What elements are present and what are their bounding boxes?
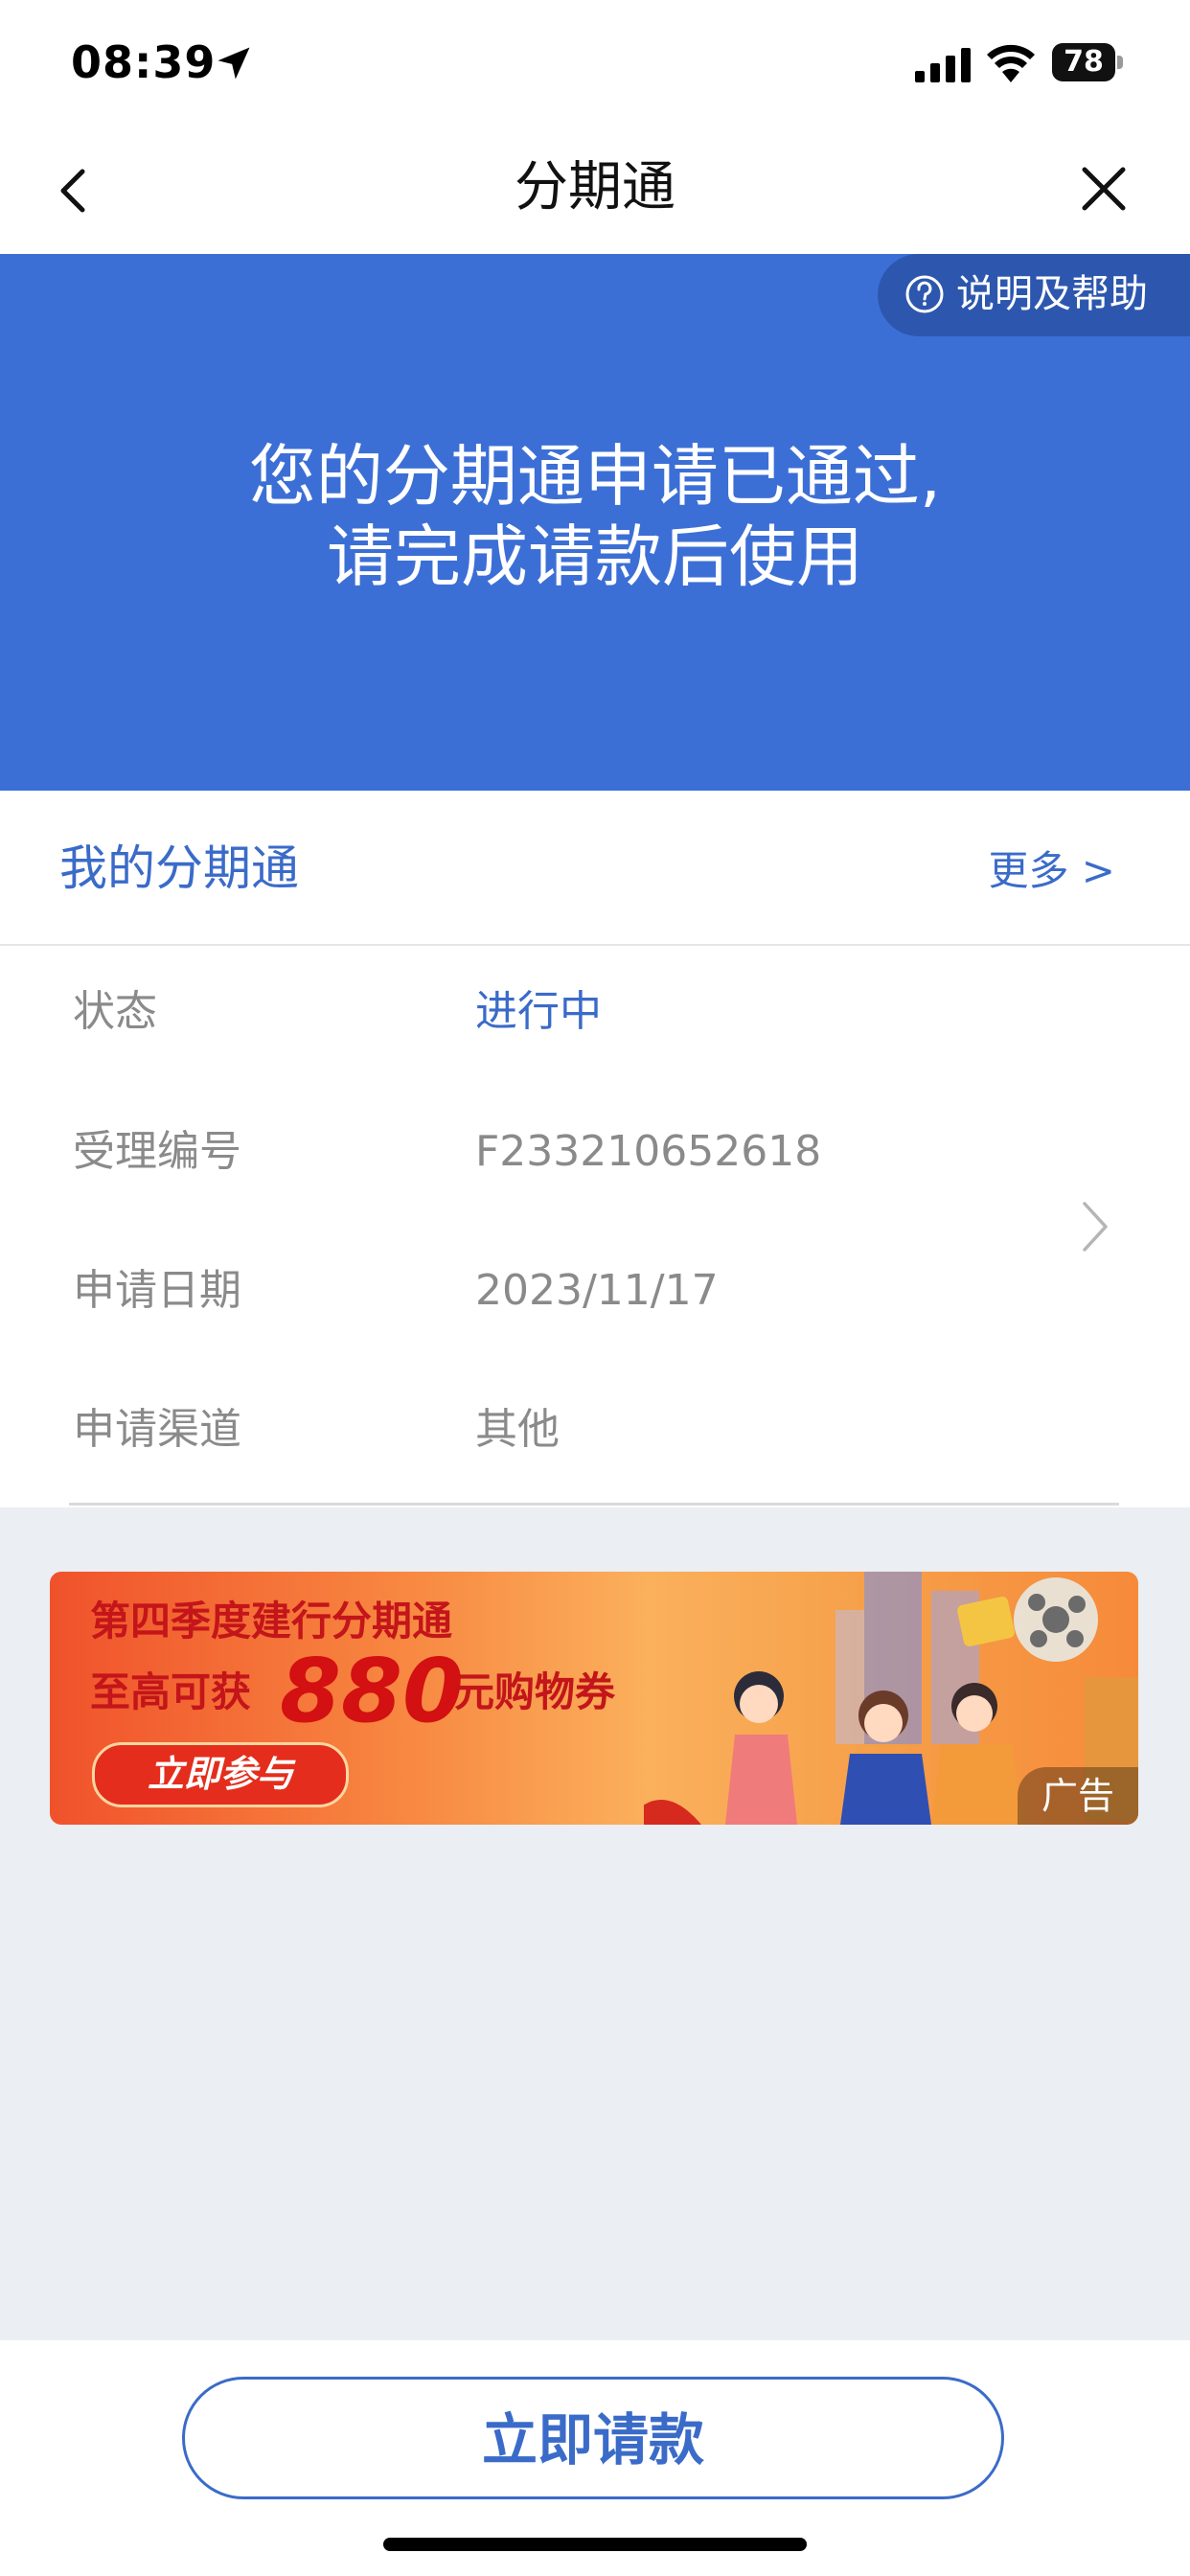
request-funds-button[interactable]: 立即请款 — [182, 2377, 1004, 2499]
navigation-bar: 分期通 — [0, 129, 1190, 254]
promo-suffix: 元购物券 — [454, 1668, 616, 1715]
battery-icon: 78 — [1052, 43, 1125, 81]
cellular-signal-icon — [915, 48, 971, 82]
ad-tag: 广告 — [1018, 1767, 1138, 1825]
join-now-button[interactable]: 立即参与 — [92, 1742, 349, 1807]
approval-message-line2: 请完成请款后使用 — [327, 518, 863, 596]
close-icon[interactable] — [1077, 162, 1131, 216]
application-channel-value: 其他 — [475, 1405, 560, 1454]
promo-ad-banner[interactable]: 第四季度建行分期通 至高可获 880 元购物券 立即参与 广告 — [50, 1572, 1138, 1825]
application-date-row: 申请日期 2023/11/17 — [0, 1223, 1190, 1363]
application-channel-row: 申请渠道 其他 — [0, 1362, 1190, 1502]
application-date-value: 2023/11/17 — [475, 1266, 719, 1315]
ad-tag-label: 广告 — [1041, 1775, 1114, 1817]
my-installment-card[interactable]: 我的分期通 更多 > 状态 进行中 受理编号 F233210652618 申请日… — [0, 791, 1190, 1507]
status-bar: 08:39 78 — [0, 0, 1190, 129]
chevron-right-icon[interactable] — [1079, 1198, 1111, 1255]
promo-prefix: 至高可获 — [90, 1668, 252, 1715]
approval-message-line1: 您的分期通申请已通过, — [248, 437, 942, 516]
more-link[interactable]: 更多 > — [988, 844, 1115, 898]
help-label: 说明及帮助 — [956, 272, 1148, 316]
status-time: 08:39 — [71, 36, 217, 88]
card-header: 我的分期通 更多 > — [0, 791, 1190, 946]
application-channel-label: 申请渠道 — [73, 1405, 241, 1454]
reference-number-value: F233210652618 — [475, 1127, 822, 1176]
reference-number-row: 受理编号 F233210652618 — [0, 1084, 1190, 1224]
reference-number-label: 受理编号 — [73, 1127, 241, 1176]
bottom-action-bar: 立即请款 — [0, 2340, 1190, 2576]
page-title: 分期通 — [515, 156, 675, 218]
application-date-label: 申请日期 — [73, 1266, 241, 1315]
status-label: 状态 — [73, 987, 157, 1036]
question-circle-icon — [905, 275, 944, 313]
join-now-label: 立即参与 — [147, 1753, 293, 1795]
status-row: 状态 进行中 — [0, 944, 1190, 1084]
wifi-icon — [987, 44, 1035, 82]
card-title: 我的分期通 — [59, 840, 299, 896]
help-button[interactable]: 说明及帮助 — [878, 254, 1190, 336]
request-funds-label: 立即请款 — [481, 2407, 704, 2472]
approval-message: 您的分期通申请已通过, 请完成请款后使用 — [0, 436, 1190, 597]
approval-banner: 说明及帮助 您的分期通申请已通过, 请完成请款后使用 — [0, 254, 1190, 791]
home-indicator — [383, 2538, 807, 2551]
status-value: 进行中 — [475, 987, 602, 1036]
location-arrow-icon — [217, 47, 250, 80]
promo-amount: 880 — [280, 1640, 465, 1742]
card-divider — [69, 1503, 1119, 1506]
battery-level: 78 — [1064, 45, 1104, 79]
